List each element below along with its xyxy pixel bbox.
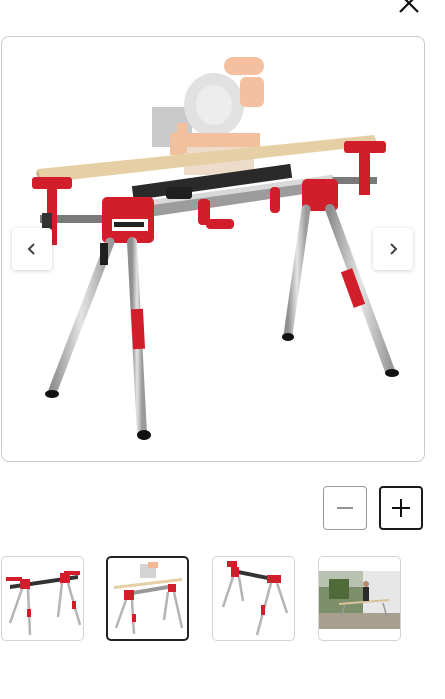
minus-icon xyxy=(337,507,353,509)
thumbnail-image-stand-side-view xyxy=(221,561,289,636)
thumbnail-4[interactable] xyxy=(318,556,401,641)
thumbnail-1[interactable] xyxy=(1,556,84,641)
thumbnail-image-stand-in-use-outdoors xyxy=(319,571,400,629)
thumbnail-3[interactable] xyxy=(212,556,295,641)
chevron-right-icon xyxy=(390,243,398,255)
plus-icon xyxy=(392,499,410,517)
previous-image-button[interactable] xyxy=(12,228,52,270)
chevron-left-icon xyxy=(27,243,35,255)
thumbnail-2[interactable] xyxy=(106,556,189,641)
zoom-in-button[interactable] xyxy=(379,486,423,530)
next-image-button[interactable] xyxy=(373,228,413,270)
main-image-viewer[interactable] xyxy=(1,36,425,462)
product-image-miter-saw-stand xyxy=(32,57,399,440)
zoom-out-button[interactable] xyxy=(323,486,367,530)
thumbnail-image-stand-folded xyxy=(6,571,82,636)
close-icon xyxy=(399,0,419,13)
close-button[interactable] xyxy=(394,0,424,16)
thumbnail-image-stand-with-saw xyxy=(114,562,184,635)
